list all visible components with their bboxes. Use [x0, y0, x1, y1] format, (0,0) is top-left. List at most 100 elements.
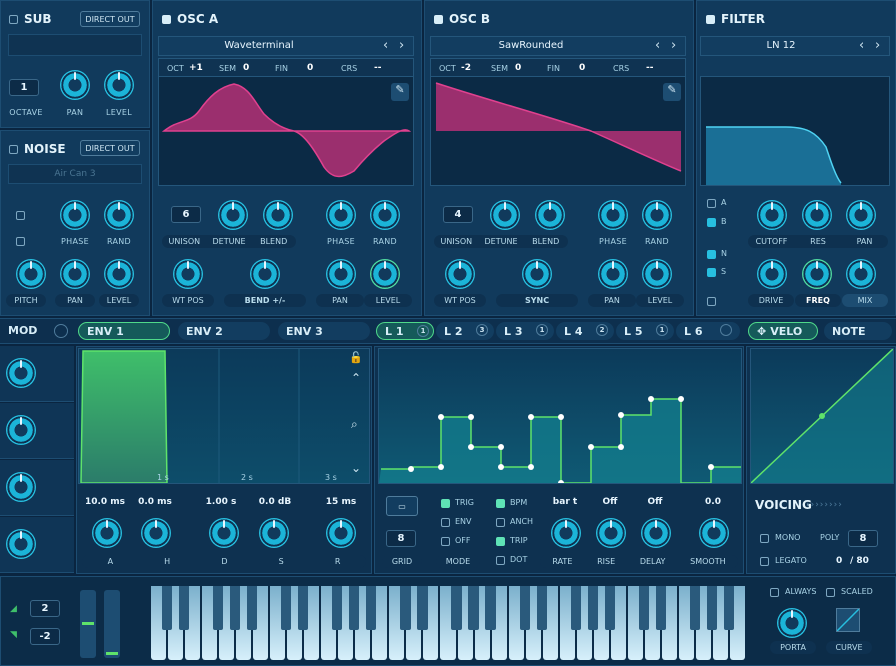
env-decay-knob[interactable]	[209, 518, 239, 548]
lfo-bpm-checkbox[interactable]	[496, 499, 505, 508]
piano-black-key[interactable]	[468, 586, 479, 630]
osc-b-crs-value[interactable]: --	[646, 63, 653, 73]
osc-b-detune-knob[interactable]	[490, 200, 520, 230]
noise-pitch-knob[interactable]	[16, 259, 46, 289]
osc-b-rand-knob[interactable]	[642, 200, 672, 230]
osc-a-unison-stepper[interactable]: 6	[171, 206, 201, 223]
osc-b-phase-knob[interactable]	[598, 200, 628, 230]
noise-preset-selector[interactable]: Air Can 3	[8, 164, 142, 184]
osc-b-unison-stepper[interactable]: 4	[443, 206, 473, 223]
filter-keytrack-checkbox[interactable]	[707, 297, 716, 306]
osc-b-sem-value[interactable]: 0	[515, 63, 521, 73]
piano-black-key[interactable]	[400, 586, 411, 630]
noise-keytrack-checkbox[interactable]	[16, 211, 25, 220]
filter-enable-checkbox[interactable]	[706, 14, 715, 24]
sub-pan-knob[interactable]	[60, 70, 90, 100]
filter-route-a-checkbox[interactable]	[707, 199, 716, 208]
filter-type-selector[interactable]: LN 12 ‹ ›	[700, 36, 890, 56]
osc-a-phase-knob[interactable]	[326, 200, 356, 230]
piano-black-key[interactable]	[706, 586, 718, 630]
piano-black-key[interactable]	[298, 586, 309, 630]
filter-pan-knob[interactable]	[846, 200, 876, 230]
osc-b-sync-knob[interactable]	[522, 259, 552, 289]
lfo-grid-stepper[interactable]: 8	[386, 530, 416, 547]
tab-lfo-4[interactable]: L 4 2	[556, 322, 614, 340]
piano-black-key[interactable]	[519, 586, 530, 630]
piano-black-key[interactable]	[332, 586, 343, 630]
tab-env1[interactable]: ENV 1	[78, 322, 170, 340]
noise-piano-checkbox[interactable]	[16, 237, 25, 246]
pitch-bend-up-stepper[interactable]: 2	[30, 600, 60, 617]
filter-res-knob[interactable]	[802, 200, 832, 230]
osc-a-prev-icon[interactable]: ‹	[383, 38, 388, 53]
osc-a-sem-value[interactable]: 0	[243, 63, 249, 73]
filter-freq-knob[interactable]	[802, 259, 832, 289]
tab-lfo-1[interactable]: L 1 1	[376, 322, 434, 340]
osc-b-next-icon[interactable]: ›	[671, 38, 676, 53]
tab-lfo-5[interactable]: L 5 1	[616, 322, 674, 340]
tab-lfo-3[interactable]: L 3 1	[496, 322, 554, 340]
filter-prev-icon[interactable]: ‹	[859, 38, 864, 53]
osc-a-level-knob[interactable]	[370, 259, 400, 289]
lfo-anch-checkbox[interactable]	[496, 518, 505, 527]
tab-env2[interactable]: ENV 2	[178, 322, 270, 340]
osc-b-wtpos-knob[interactable]	[445, 259, 475, 289]
porta-knob[interactable]	[777, 608, 807, 638]
mod-slot-2-knob[interactable]	[6, 415, 36, 445]
noise-rand-knob[interactable]	[104, 200, 134, 230]
lfo-trig-checkbox[interactable]	[441, 499, 450, 508]
piano-black-key[interactable]	[485, 586, 496, 630]
osc-a-fin-value[interactable]: 0	[307, 63, 313, 73]
piano-black-key[interactable]	[451, 586, 462, 630]
sub-direct-out-button[interactable]: DIRECT OUT	[80, 11, 140, 27]
filter-route-s-checkbox[interactable]	[707, 268, 716, 277]
noise-level-knob[interactable]	[104, 259, 134, 289]
osc-a-enable-checkbox[interactable]	[162, 14, 171, 24]
osc-b-pan-knob[interactable]	[598, 259, 628, 289]
lfo-delay-knob[interactable]	[641, 518, 671, 548]
piano-black-key[interactable]	[638, 586, 649, 630]
piano-black-key[interactable]	[281, 586, 292, 630]
voicing-mono-checkbox[interactable]	[760, 534, 769, 543]
lfo-dot-checkbox[interactable]	[496, 556, 505, 565]
env-attack-knob[interactable]	[92, 518, 122, 548]
voicing-poly-stepper[interactable]: 8	[848, 530, 878, 547]
osc-a-oct-value[interactable]: +1	[189, 63, 203, 73]
osc-a-wavetable-selector[interactable]: Waveterminal ‹ ›	[158, 36, 414, 56]
mod-wheel[interactable]	[104, 590, 120, 658]
sub-enable-checkbox[interactable]	[9, 14, 18, 24]
noise-direct-out-button[interactable]: DIRECT OUT	[80, 140, 140, 156]
pitch-bend-down-stepper[interactable]: -2	[30, 628, 60, 645]
osc-a-next-icon[interactable]: ›	[399, 38, 404, 53]
osc-b-blend-knob[interactable]	[535, 200, 565, 230]
piano-black-key[interactable]	[570, 586, 581, 630]
piano-black-key[interactable]	[178, 586, 190, 630]
filter-mix-knob[interactable]	[846, 259, 876, 289]
osc-a-pan-knob[interactable]	[326, 259, 356, 289]
sub-octave-stepper[interactable]: 1	[9, 79, 39, 96]
env-lock-icon[interactable]: 🔓	[349, 351, 363, 364]
piano-black-key[interactable]	[417, 586, 428, 630]
lfo-env-checkbox[interactable]	[441, 518, 450, 527]
osc-a-detune-knob[interactable]	[218, 200, 248, 230]
filter-cutoff-knob[interactable]	[757, 200, 787, 230]
tab-velo[interactable]: ✥ VELO	[748, 322, 818, 340]
porta-curve-icon[interactable]	[836, 608, 860, 632]
mod-slot-1-knob[interactable]	[6, 358, 36, 388]
osc-b-oct-value[interactable]: -2	[461, 63, 471, 73]
osc-b-wavetable-selector[interactable]: SawRounded ‹ ›	[430, 36, 686, 56]
sub-level-knob[interactable]	[104, 70, 134, 100]
osc-a-blend-knob[interactable]	[263, 200, 293, 230]
env-scroll-down-icon[interactable]: ⌄	[351, 461, 361, 475]
osc-b-level-knob[interactable]	[642, 259, 672, 289]
osc-a-wtpos-knob[interactable]	[173, 259, 203, 289]
env-scroll-up-icon[interactable]: ⌃	[351, 371, 361, 385]
porta-always-checkbox[interactable]	[770, 588, 779, 597]
osc-b-fin-value[interactable]: 0	[579, 63, 585, 73]
piano-black-key[interactable]	[247, 586, 258, 630]
lfo-rate-knob[interactable]	[551, 518, 581, 548]
osc-a-bend-knob[interactable]	[250, 259, 280, 289]
porta-scaled-checkbox[interactable]	[826, 588, 835, 597]
lfo-smooth-knob[interactable]	[699, 518, 729, 548]
env-zoom-icon[interactable]: ⌕	[351, 417, 358, 432]
